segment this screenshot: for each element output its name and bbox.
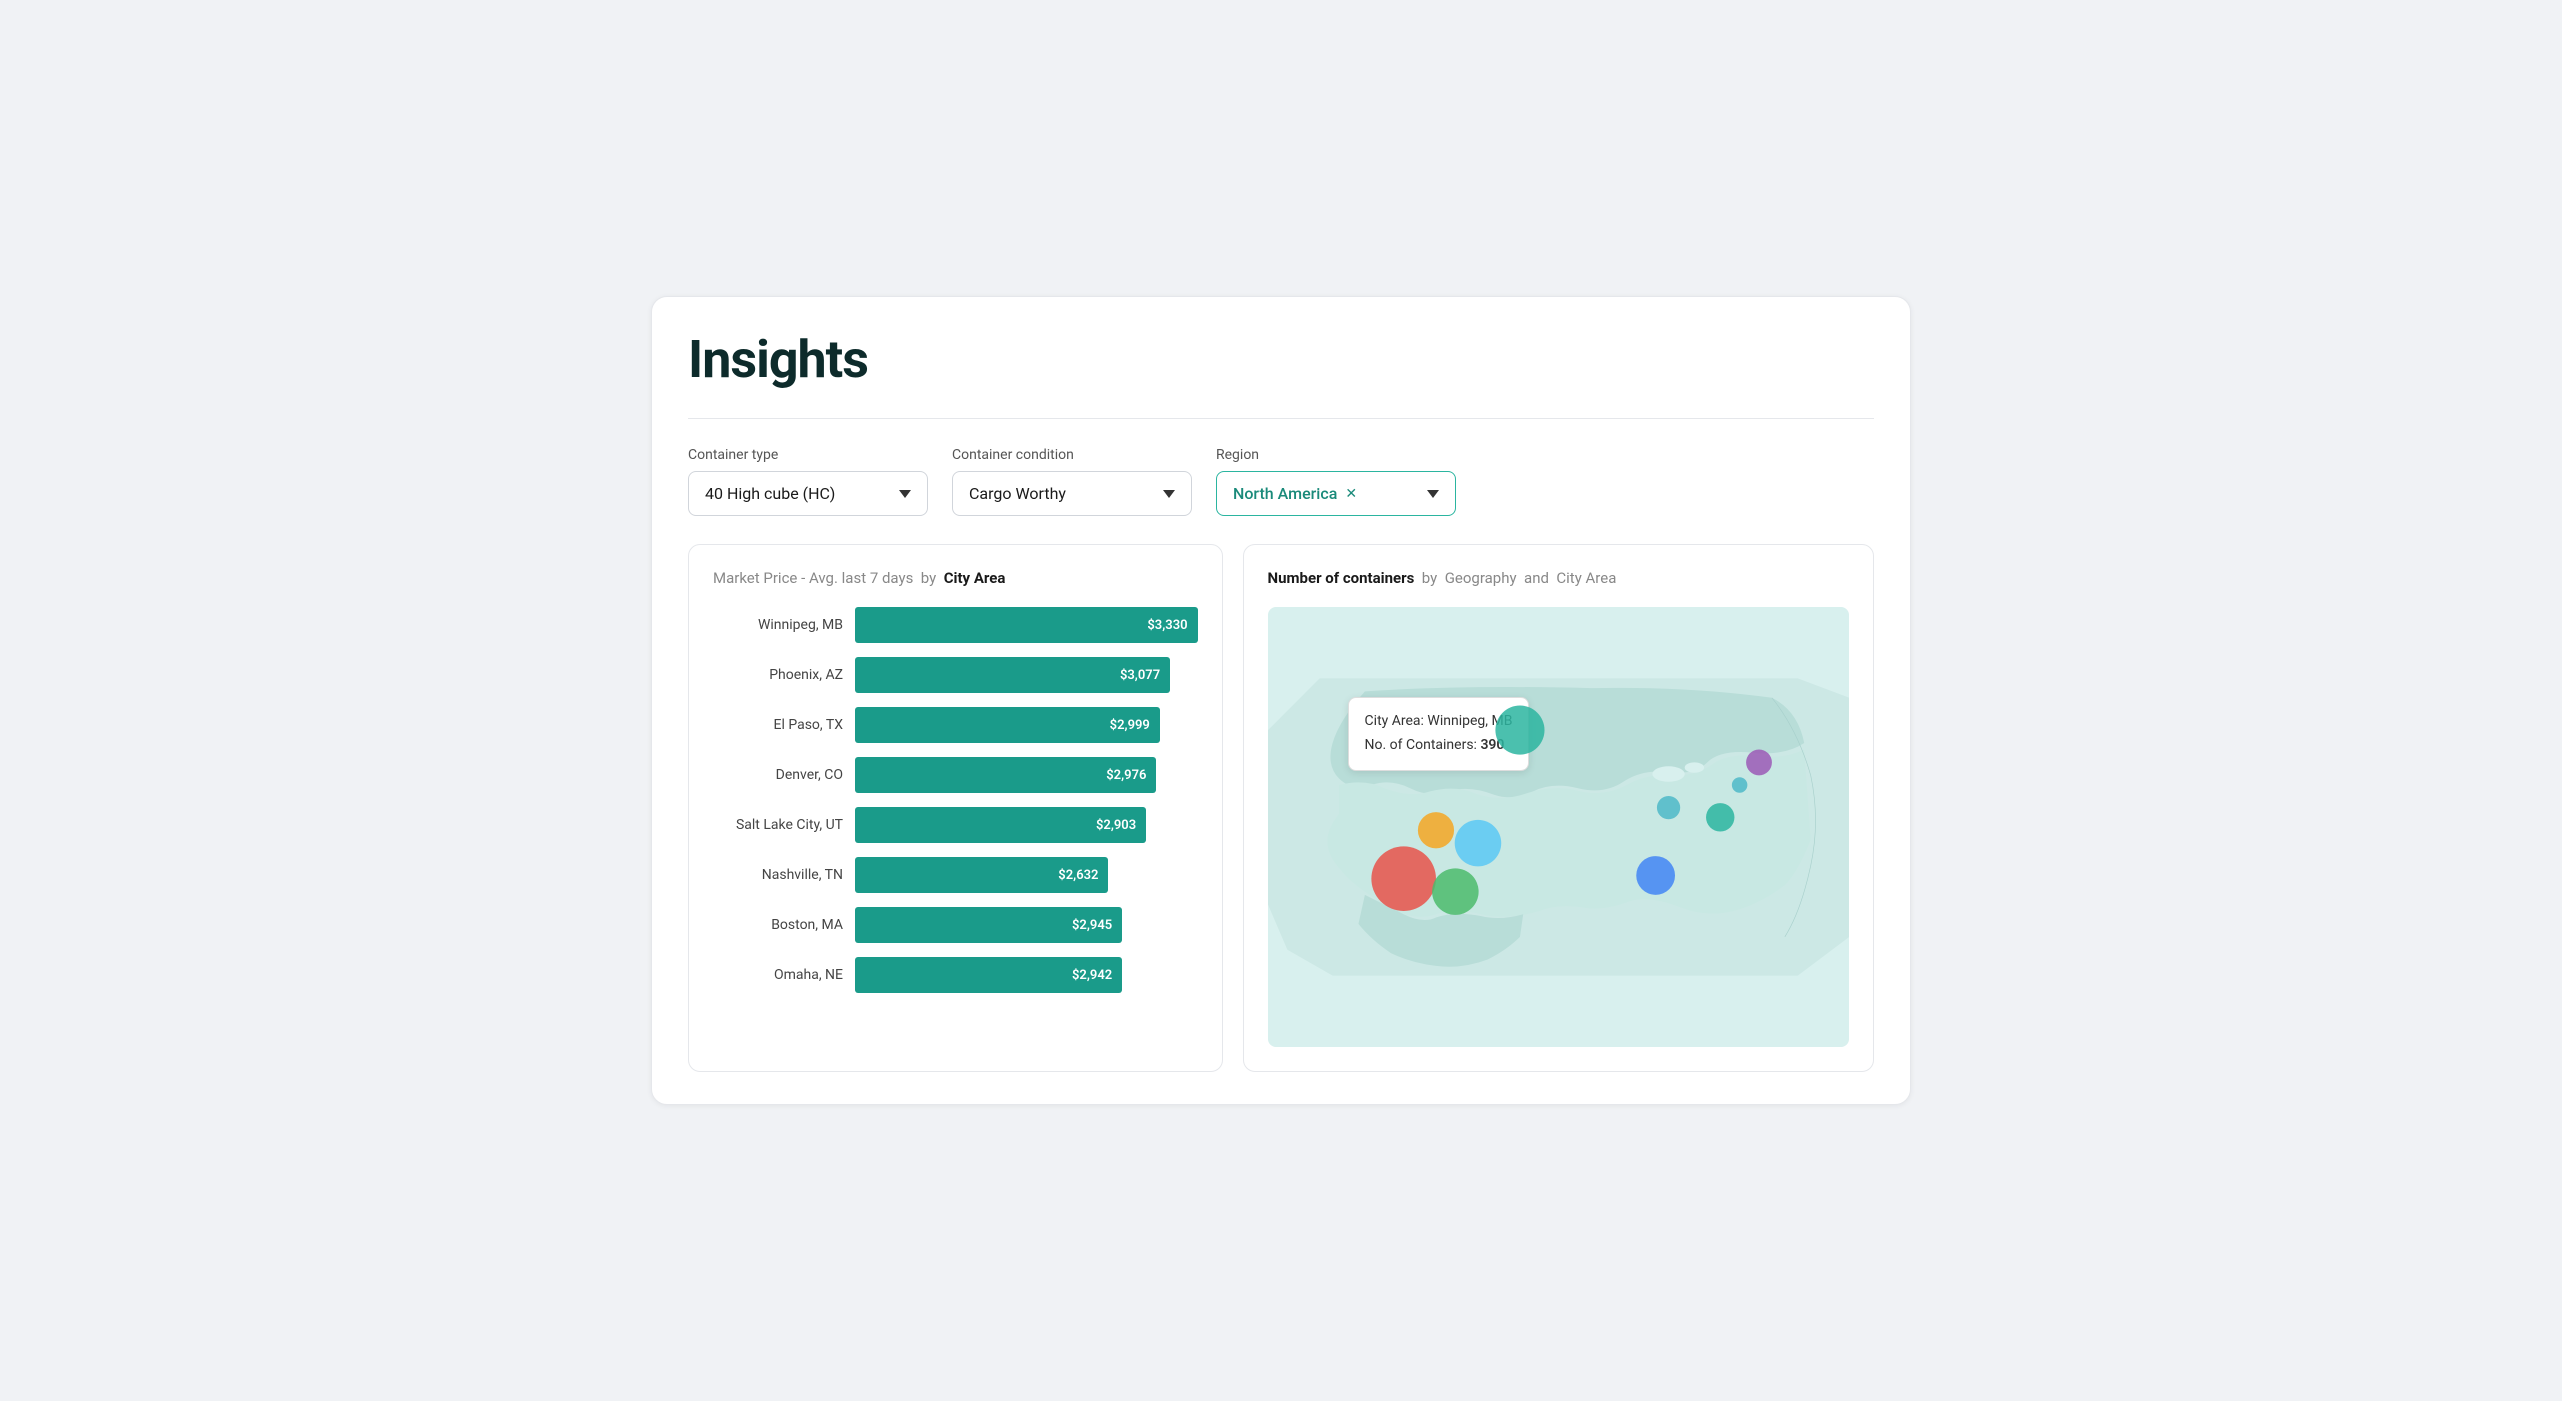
region-select[interactable]: North America ✕ — [1216, 471, 1456, 516]
container-condition-select[interactable]: Cargo Worthy — [952, 471, 1192, 516]
map-chart-card: Number of containers by Geography and Ci… — [1243, 544, 1874, 1072]
map-chart-title: Number of containers by Geography and Ci… — [1268, 569, 1849, 587]
bar-label: Nashville, TN — [713, 867, 843, 883]
page-title: Insights — [688, 329, 1874, 390]
bar-value: $2,999 — [1110, 718, 1150, 733]
bar-fill: $2,632 — [855, 857, 1108, 893]
bar-track: $2,976 — [855, 757, 1198, 793]
bar-track: $2,945 — [855, 907, 1198, 943]
container-condition-value: Cargo Worthy — [969, 484, 1066, 503]
map-bubble[interactable] — [1417, 812, 1453, 848]
map-chart-title-prefix: Number of containers — [1268, 569, 1415, 587]
bar-value: $2,976 — [1106, 768, 1146, 783]
bar-row: Omaha, NE $2,942 — [713, 957, 1198, 993]
map-bubble[interactable] — [1706, 803, 1734, 831]
bar-fill: $3,077 — [855, 657, 1170, 693]
bar-chart-title-prefix: Market Price - Avg. last 7 days — [713, 569, 913, 587]
bar-chart-title-dimension: City Area — [944, 569, 1006, 587]
bar-fill: $2,976 — [855, 757, 1156, 793]
region-value: North America — [1233, 484, 1337, 503]
charts-row: Market Price - Avg. last 7 days by City … — [688, 544, 1874, 1072]
map-bubble[interactable] — [1746, 749, 1772, 775]
bar-label: Salt Lake City, UT — [713, 817, 843, 833]
map-bubble[interactable] — [1371, 846, 1436, 911]
bar-row: Salt Lake City, UT $2,903 — [713, 807, 1198, 843]
bar-value: $2,903 — [1096, 818, 1136, 833]
container-condition-filter: Container condition Cargo Worthy — [952, 447, 1192, 516]
bar-value: $2,942 — [1072, 968, 1112, 983]
bar-fill: $2,999 — [855, 707, 1160, 743]
bar-label: Phoenix, AZ — [713, 667, 843, 683]
map-bubble[interactable] — [1454, 820, 1501, 867]
bar-chart-title-by: by — [921, 569, 936, 587]
chevron-down-icon-region — [1427, 490, 1439, 498]
chevron-down-icon — [899, 490, 911, 498]
bar-value: $3,330 — [1147, 618, 1187, 633]
bar-track: $2,999 — [855, 707, 1198, 743]
bar-label: Denver, CO — [713, 767, 843, 783]
bar-track: $3,077 — [855, 657, 1198, 693]
divider — [688, 418, 1874, 419]
map-chart-title-geo: Geography — [1445, 569, 1517, 587]
bar-label: Winnipeg, MB — [713, 617, 843, 633]
bar-row: Denver, CO $2,976 — [713, 757, 1198, 793]
region-label: Region — [1216, 447, 1456, 463]
bar-track: $3,330 — [855, 607, 1198, 643]
bar-row: El Paso, TX $2,999 — [713, 707, 1198, 743]
bar-row: Boston, MA $2,945 — [713, 907, 1198, 943]
bar-row: Phoenix, AZ $3,077 — [713, 657, 1198, 693]
map-bubble[interactable] — [1495, 706, 1544, 755]
map-bubble[interactable] — [1731, 777, 1747, 793]
bar-value: $3,077 — [1120, 668, 1160, 683]
bar-chart: Winnipeg, MB $3,330 Phoenix, AZ $3,077 El Pa… — [713, 607, 1198, 993]
main-container: Insights Container type 40 High cube (HC… — [651, 296, 1911, 1105]
map-bubble[interactable] — [1432, 868, 1479, 915]
map-container: City Area: Winnipeg, MB No. of Container… — [1268, 607, 1849, 1047]
region-filter: Region North America ✕ — [1216, 447, 1456, 516]
container-type-select[interactable]: 40 High cube (HC) — [688, 471, 928, 516]
map-chart-title-by: by — [1422, 569, 1437, 587]
chevron-down-icon-condition — [1163, 490, 1175, 498]
map-bubble[interactable] — [1636, 856, 1675, 895]
filters-row: Container type 40 High cube (HC) Contain… — [688, 447, 1874, 516]
region-clear-button[interactable]: ✕ — [1345, 486, 1357, 502]
bar-chart-card: Market Price - Avg. last 7 days by City … — [688, 544, 1223, 1072]
bar-label: Omaha, NE — [713, 967, 843, 983]
bar-track: $2,942 — [855, 957, 1198, 993]
bar-chart-title: Market Price - Avg. last 7 days by City … — [713, 569, 1198, 587]
map-chart-title-dimension: City Area — [1556, 569, 1616, 587]
bar-value: $2,945 — [1072, 918, 1112, 933]
bar-track: $2,903 — [855, 807, 1198, 843]
bar-label: El Paso, TX — [713, 717, 843, 733]
bar-fill: $2,942 — [855, 957, 1122, 993]
container-type-filter: Container type 40 High cube (HC) — [688, 447, 928, 516]
bar-row: Winnipeg, MB $3,330 — [713, 607, 1198, 643]
map-bubble[interactable] — [1656, 796, 1679, 819]
bar-fill: $3,330 — [855, 607, 1198, 643]
region-tag: North America ✕ — [1233, 484, 1357, 503]
container-condition-label: Container condition — [952, 447, 1192, 463]
bar-row: Nashville, TN $2,632 — [713, 857, 1198, 893]
bar-fill: $2,903 — [855, 807, 1146, 843]
bubbles-layer — [1268, 607, 1849, 1047]
bar-fill: $2,945 — [855, 907, 1122, 943]
container-type-label: Container type — [688, 447, 928, 463]
bar-label: Boston, MA — [713, 917, 843, 933]
bar-track: $2,632 — [855, 857, 1198, 893]
bar-value: $2,632 — [1058, 868, 1098, 883]
container-type-value: 40 High cube (HC) — [705, 484, 835, 503]
map-chart-title-and: and — [1524, 569, 1549, 587]
